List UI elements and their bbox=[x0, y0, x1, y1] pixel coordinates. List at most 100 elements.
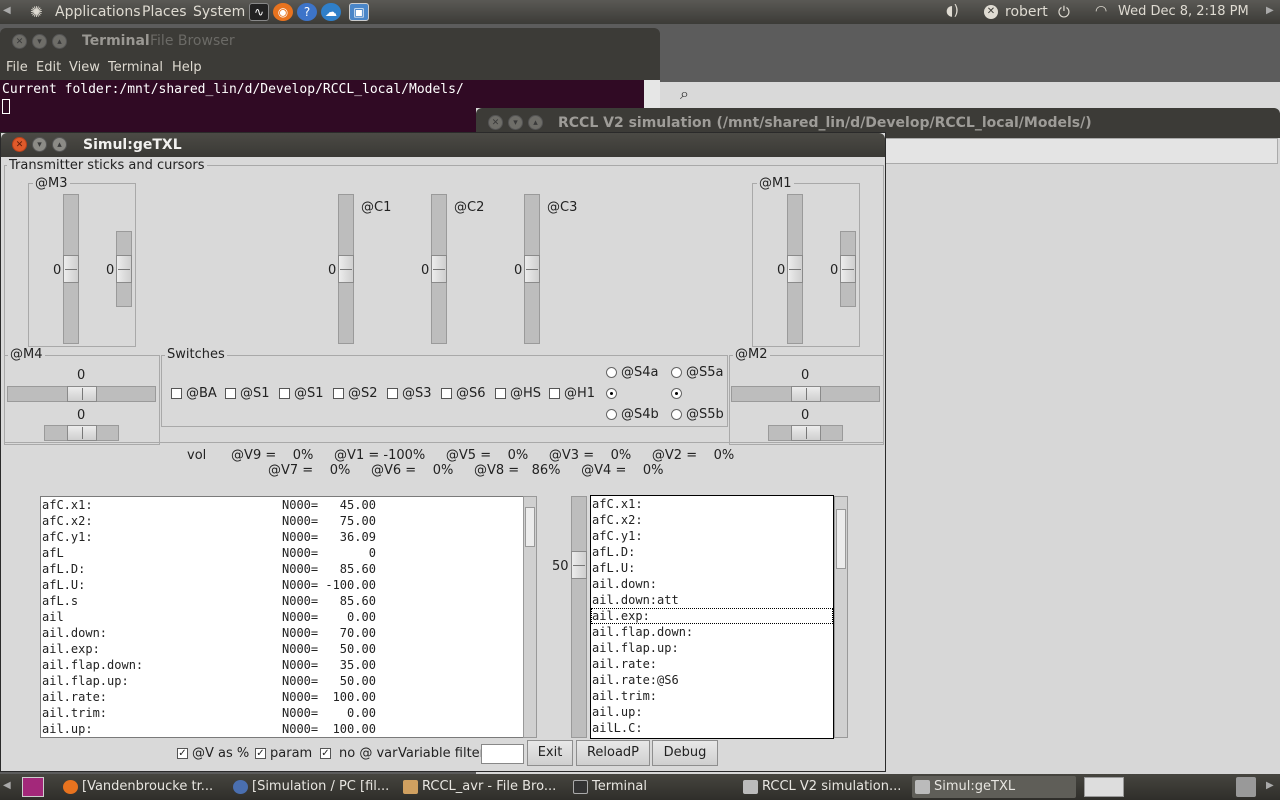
switch-hs-checkbox[interactable] bbox=[495, 388, 506, 399]
parameter-row[interactable]: ail.up: N000= 100.00 bbox=[41, 721, 523, 737]
variable-row[interactable]: afL.D: bbox=[591, 544, 833, 560]
switch-ba-checkbox[interactable] bbox=[171, 388, 182, 399]
user-status-icon[interactable]: ✕ bbox=[984, 5, 998, 19]
m1-slider-1[interactable] bbox=[787, 194, 803, 344]
app-launcher-icon[interactable]: ▣ bbox=[349, 3, 369, 21]
m4-slider-1-thumb[interactable] bbox=[67, 386, 97, 402]
task-vandenbroucke[interactable]: [Vandenbroucke tr... bbox=[60, 776, 220, 798]
exit-button[interactable]: Exit bbox=[527, 740, 573, 766]
taskbar-right-arrow[interactable]: ▶ bbox=[1266, 780, 1274, 791]
variable-row[interactable]: afC.x1: bbox=[591, 496, 833, 512]
user-name[interactable]: robert bbox=[1005, 4, 1048, 20]
menu-edit[interactable]: Edit bbox=[36, 60, 61, 75]
parameter-row[interactable]: afL.D: N000= 85.60 bbox=[41, 561, 523, 577]
rccl-maximize-button[interactable]: ▴ bbox=[528, 115, 543, 130]
parameter-list[interactable]: afC.x1: N000= 45.00 afC.x2: N000= 75.00 afC.… bbox=[40, 496, 524, 738]
c1-slider-thumb[interactable] bbox=[338, 255, 354, 283]
scroll-right-arrow[interactable]: ▶ bbox=[1266, 5, 1274, 16]
switch-s2-checkbox[interactable] bbox=[333, 388, 344, 399]
weather-icon[interactable]: ☁ bbox=[321, 3, 341, 21]
m4-slider-2[interactable] bbox=[44, 425, 119, 441]
parameter-row[interactable]: ail.exp: N000= 50.00 bbox=[41, 641, 523, 657]
c2-slider-thumb[interactable] bbox=[431, 255, 447, 283]
trash-icon[interactable] bbox=[1236, 777, 1256, 797]
m4-slider-1[interactable] bbox=[7, 386, 156, 402]
parameter-row[interactable]: afC.x1: N000= 45.00 bbox=[41, 497, 523, 513]
rccl-minimize-button[interactable]: ▾ bbox=[508, 115, 523, 130]
variable-row[interactable]: ail.rate:@S6 bbox=[591, 672, 833, 688]
menu-help[interactable]: Help bbox=[172, 60, 202, 75]
c3-slider[interactable] bbox=[524, 194, 540, 344]
parameter-row[interactable]: ail.rate: N000= 100.00 bbox=[41, 689, 523, 705]
param-checkbox[interactable]: ✓ bbox=[255, 748, 266, 759]
parameter-row[interactable]: afC.y1: N000= 36.09 bbox=[41, 529, 523, 545]
parameter-list-scroll-thumb[interactable] bbox=[525, 507, 535, 547]
terminal-minimize-button[interactable]: ▾ bbox=[32, 34, 47, 49]
parameter-row[interactable]: afL.s N000= 85.60 bbox=[41, 593, 523, 609]
s4b-radio[interactable] bbox=[606, 409, 617, 420]
v-as-pct-checkbox[interactable]: ✓ bbox=[177, 748, 188, 759]
applications-menu[interactable]: Applications bbox=[55, 4, 141, 20]
parameter-row[interactable]: afL N000= 0 bbox=[41, 545, 523, 561]
variable-row[interactable]: ail.rate: bbox=[591, 656, 833, 672]
rccl-close-button[interactable]: ✕ bbox=[488, 115, 503, 130]
workspace-switcher[interactable] bbox=[1084, 777, 1124, 797]
simul-maximize-button[interactable]: ▴ bbox=[52, 137, 67, 152]
variable-row[interactable]: ail.trim: bbox=[591, 688, 833, 704]
variable-list-scroll-thumb[interactable] bbox=[836, 509, 846, 569]
c3-slider-thumb[interactable] bbox=[524, 255, 540, 283]
m4-slider-2-thumb[interactable] bbox=[67, 425, 97, 441]
menu-terminal[interactable]: Terminal bbox=[108, 60, 163, 75]
task-simul-getxl[interactable]: Simul:geTXL bbox=[912, 776, 1076, 798]
m2-slider-1[interactable] bbox=[731, 386, 880, 402]
s4-mid-radio[interactable] bbox=[606, 388, 617, 399]
m1-slider-1-thumb[interactable] bbox=[787, 255, 803, 283]
switch-s6-checkbox[interactable] bbox=[441, 388, 452, 399]
m3-slider-2-thumb[interactable] bbox=[116, 255, 132, 283]
switch-h1-checkbox[interactable] bbox=[549, 388, 560, 399]
mid-slider-thumb[interactable] bbox=[571, 551, 587, 579]
variable-list-scrollbar[interactable] bbox=[834, 496, 848, 738]
m2-slider-1-thumb[interactable] bbox=[791, 386, 821, 402]
terminal-maximize-button[interactable]: ▴ bbox=[52, 34, 67, 49]
task-rccl-avr[interactable]: RCCL_avr - File Bro... bbox=[400, 776, 560, 798]
s5-mid-radio[interactable] bbox=[671, 388, 682, 399]
parameter-row[interactable]: ail.trim: N000= 0.00 bbox=[41, 705, 523, 721]
simul-close-button[interactable]: ✕ bbox=[12, 137, 27, 152]
search-icon[interactable]: ⌕ bbox=[680, 84, 689, 104]
s5b-radio[interactable] bbox=[671, 409, 682, 420]
help-icon[interactable]: ? bbox=[297, 3, 317, 21]
task-simulation-pc[interactable]: [Simulation / PC [fil... bbox=[230, 776, 392, 798]
s4a-radio[interactable] bbox=[606, 367, 617, 378]
no-var-checkbox[interactable]: ✓ bbox=[320, 748, 331, 759]
parameter-row[interactable]: ail.flap.down: N000= 35.00 bbox=[41, 657, 523, 673]
places-menu[interactable]: Places bbox=[142, 4, 187, 20]
simul-minimize-button[interactable]: ▾ bbox=[32, 137, 47, 152]
parameter-row[interactable]: afL.U: N000= -100.00 bbox=[41, 577, 523, 593]
variable-row[interactable]: ail.flap.up: bbox=[591, 640, 833, 656]
volume-icon[interactable]: ◖) bbox=[946, 3, 959, 19]
c2-slider[interactable] bbox=[431, 194, 447, 344]
m1-slider-2[interactable] bbox=[840, 231, 856, 307]
m1-slider-2-thumb[interactable] bbox=[840, 255, 856, 283]
system-menu[interactable]: System bbox=[193, 4, 245, 20]
wifi-icon[interactable]: ◠ bbox=[1095, 3, 1107, 19]
menu-file[interactable]: File bbox=[6, 60, 28, 75]
variable-row[interactable]: ail.flap.down: bbox=[591, 624, 833, 640]
taskbar-left-arrow[interactable]: ◀ bbox=[3, 780, 11, 791]
variable-row[interactable]: afC.y1: bbox=[591, 528, 833, 544]
task-rccl-v2[interactable]: RCCL V2 simulation... bbox=[740, 776, 905, 798]
c1-slider[interactable] bbox=[338, 194, 354, 344]
m2-slider-2[interactable] bbox=[768, 425, 843, 441]
variable-row[interactable]: ail.exp: bbox=[591, 608, 833, 624]
variable-row[interactable]: afL.U: bbox=[591, 560, 833, 576]
parameter-row[interactable]: ail.flap.up: N000= 50.00 bbox=[41, 673, 523, 689]
switch-s3-checkbox[interactable] bbox=[387, 388, 398, 399]
variable-row[interactable]: ail.down: bbox=[591, 576, 833, 592]
parameter-row[interactable]: ail.down: N000= 70.00 bbox=[41, 625, 523, 641]
variable-row[interactable]: ail.down:att bbox=[591, 592, 833, 608]
m3-slider-1[interactable] bbox=[63, 194, 79, 344]
show-desktop-icon[interactable] bbox=[22, 777, 44, 797]
variable-row[interactable]: ail.up: bbox=[591, 704, 833, 720]
parameter-row[interactable]: ail N000= 0.00 bbox=[41, 609, 523, 625]
